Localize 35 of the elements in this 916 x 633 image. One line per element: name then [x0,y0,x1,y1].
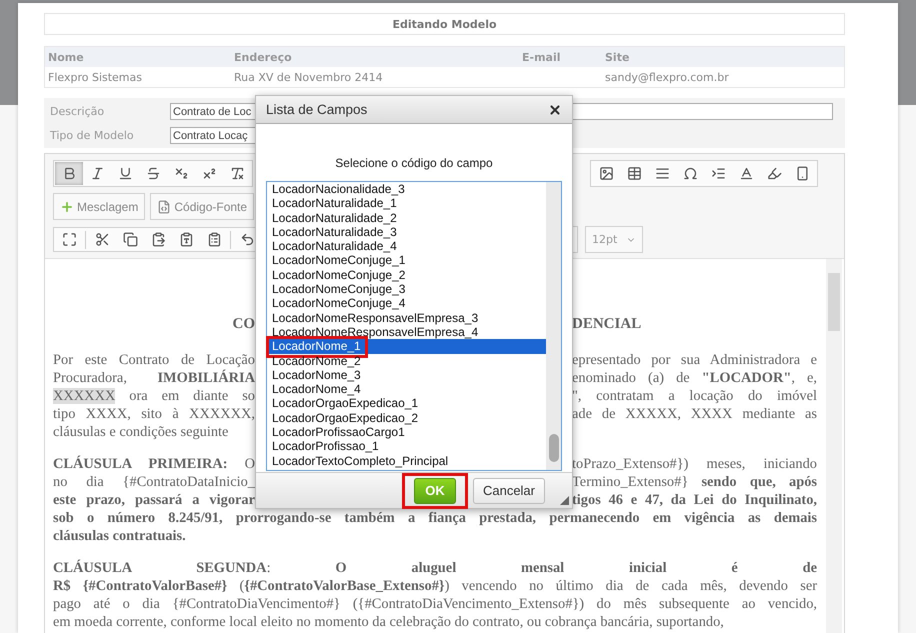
document-text: em moeda corrente, conforme local eleito no momento da celebração do contrato, ou cobrança bancária, suportando, [53,613,725,631]
document-text: cláusulas contratuais. [53,527,187,545]
document-text: tigos 46 e 47, da Lei do Inquilinato, [572,491,818,509]
document-text: toPrazo_Extenso#}) meses, iniciando [572,455,818,473]
document-text: enominado (a) de "LOCADOR", e, [572,369,818,387]
column-header: E-mail [521,50,562,64]
document-text: no dia {#ContratoDataInicio_ [53,473,255,491]
document-text: Procuradora, IMOBILIÁRIA [53,369,255,387]
document-text: epresentado por sua Administradora e [572,351,818,369]
document-text: tipo XXXX, sito à XXXXXX, [53,405,255,423]
document-text: este prazo, passará a vigorar [53,491,255,509]
column-header: Site [604,50,630,64]
document-title: CO [232,315,255,333]
document-text: XXXXXX ora em diante so [53,387,255,405]
document-text: ade de XXXXX, XXXX mediante as [572,405,818,423]
column-header: Nome [47,50,85,64]
table-cell-text: Rua XV de Novembro 2414 [233,70,384,84]
page-title: Editando Modelo [44,13,845,35]
document-title: DENCIAL [572,315,642,333]
document-text: R$ {#ContratoValorBase#} ({#ContratoValorBase_Extenso#}) vencendo no último dia de cada mês, devendo ser [53,577,818,595]
document-text: pago até o dia {#ContratoDiaVencimento#} ({#ContratoDiaVencimento_Extenso#}) do mês subsequente ao vencido, [53,595,818,613]
dialog-title: Lista de Campos [266,102,368,117]
table-cell-text: sandy@flexpro.com.br [604,70,730,84]
table-cell-text: Flexpro Sistemas [47,70,143,84]
document-text: Por este Contrato de Locação [53,351,255,369]
document-text: cláusulas e condições seguinte [53,423,230,441]
dialog-prompt: Selecione o código do campo [334,156,494,170]
field-label: Descrição [50,105,106,118]
column-header: Endereço [233,50,293,64]
document-text: CLÁUSULA SEGUNDA: O aluguel mensal inicial é de [53,559,818,577]
document-text: Termino_Extenso#} sendo que, após [572,473,818,491]
document-text: sob o número 8.245/91, prorrogando-se também a fiança prestada, permanecendo em vigência as demais [53,509,818,527]
field-label: Tipo de Modelo [50,129,135,142]
document-text: ", contratam a locação do imóvel [572,387,818,405]
document-text: CLÁUSULA PRIMEIRA: O [53,455,255,473]
